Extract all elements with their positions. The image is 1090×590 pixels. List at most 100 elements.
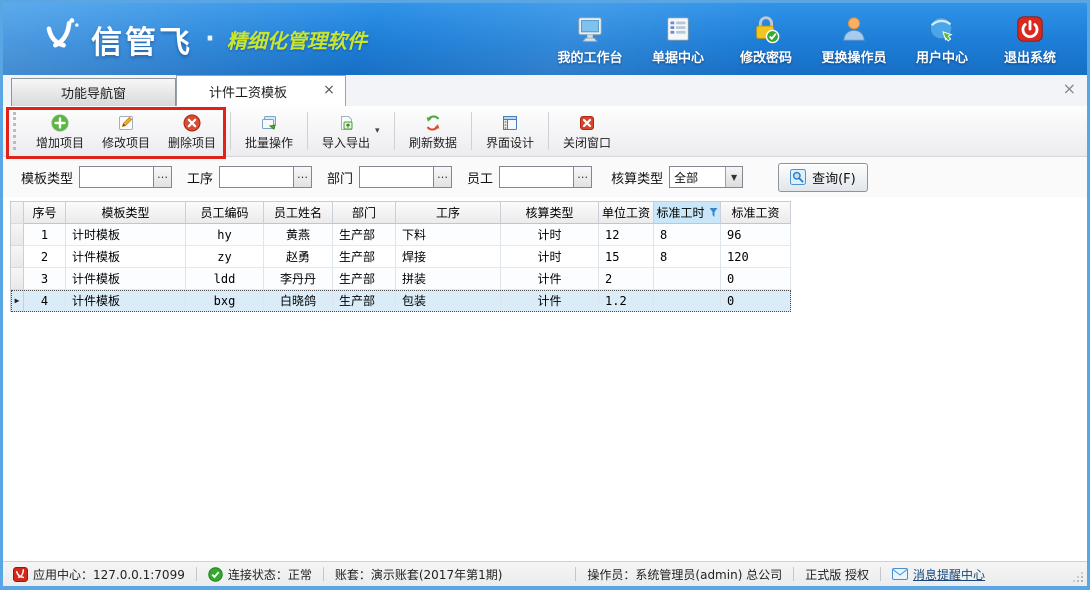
row-selector-cell[interactable] (11, 224, 24, 246)
query-button[interactable]: 查询(F) (778, 163, 868, 192)
batch-operation-button[interactable]: 批量操作 (236, 111, 302, 151)
lookup-ellipsis-button[interactable] (293, 167, 311, 187)
column-header[interactable]: 序号 (24, 202, 66, 224)
cell: bxg (186, 290, 264, 312)
titlebar: 信管飞 · 精细化管理软件 我的工作台 (3, 3, 1087, 75)
template-type-input[interactable] (80, 167, 153, 187)
lookup-ellipsis-button[interactable] (433, 167, 451, 187)
toolbar-separator (394, 112, 395, 150)
add-item-button[interactable]: 增加项目 (27, 111, 93, 151)
nav-user-center[interactable]: 用户中心 (907, 13, 977, 66)
column-header[interactable]: 员工姓名 (264, 202, 333, 224)
toolbar-separator (548, 112, 549, 150)
button-label: 界面设计 (486, 134, 534, 151)
ui-design-button[interactable]: 界面设计 (477, 111, 543, 151)
cell: 3 (24, 268, 66, 290)
tab-label: 功能导航窗 (61, 83, 126, 102)
connected-check-icon (208, 567, 223, 582)
tabstrip-close-icon[interactable] (1063, 79, 1076, 98)
status-separator (575, 567, 576, 581)
employee-input[interactable] (500, 167, 573, 187)
cell: 焊接 (396, 246, 501, 268)
button-label: 删除项目 (168, 134, 216, 151)
toolbar-separator (471, 112, 472, 150)
column-header[interactable]: 标准工时 (654, 202, 721, 224)
cell: 拼装 (396, 268, 501, 290)
close-window-button[interactable]: 关闭窗口 (554, 111, 620, 151)
calc-type-value: 全部 (670, 167, 725, 187)
filter-funnel-icon[interactable] (710, 208, 718, 217)
nav-my-workbench[interactable]: 我的工作台 (555, 13, 625, 66)
edit-icon (117, 113, 135, 132)
lookup-ellipsis-button[interactable] (573, 167, 591, 187)
status-separator (793, 567, 794, 581)
edit-item-button[interactable]: 修改项目 (93, 111, 159, 151)
cell: 下料 (396, 224, 501, 246)
message-center-link[interactable]: 消息提醒中心 (892, 566, 985, 583)
tab-piecework-wage-template[interactable]: 计件工资模板 (176, 75, 346, 106)
cell: 2 (24, 246, 66, 268)
cell: 2 (599, 268, 654, 290)
nav-change-password[interactable]: 修改密码 (731, 13, 801, 66)
table-row[interactable]: 4计件模板bxg白晓鸽生产部包装计件1.20 (11, 290, 791, 312)
department-input[interactable] (360, 167, 433, 187)
lookup-ellipsis-button[interactable] (153, 167, 171, 187)
add-icon (51, 113, 69, 132)
column-header[interactable]: 模板类型 (66, 202, 186, 224)
nav-label: 用户中心 (916, 47, 968, 66)
column-header[interactable]: 工序 (396, 202, 501, 224)
button-label: 刷新数据 (409, 134, 457, 151)
cell: 计件模板 (66, 246, 186, 268)
cell: 0 (721, 290, 791, 312)
delete-icon (183, 113, 201, 132)
chevron-down-icon[interactable] (375, 126, 389, 136)
resize-grip[interactable] (1081, 580, 1083, 582)
column-header[interactable]: 部门 (333, 202, 396, 224)
tab-close-icon[interactable] (322, 84, 336, 98)
nav-exit-system[interactable]: 退出系统 (995, 13, 1065, 66)
cell: 生产部 (333, 224, 396, 246)
cell: 计时模板 (66, 224, 186, 246)
delete-item-button[interactable]: 删除项目 (159, 111, 225, 151)
table-row[interactable]: 1计时模板hy黄燕生产部下料计时12896 (11, 224, 791, 246)
table-row[interactable]: 3计件模板ldd李丹丹生产部拼装计件20 (11, 268, 791, 290)
close-window-icon (578, 113, 596, 132)
column-header[interactable]: 标准工资 (721, 202, 791, 224)
status-separator (880, 567, 881, 581)
user-center-icon (927, 13, 957, 45)
app-window: 信管飞 · 精细化管理软件 我的工作台 (0, 0, 1090, 590)
process-input[interactable] (220, 167, 293, 187)
envelope-icon (892, 568, 908, 580)
import-export-button[interactable]: 导入导出 (313, 111, 379, 151)
import-export-icon (337, 113, 355, 132)
tab-function-navigator[interactable]: 功能导航窗 (11, 78, 176, 106)
calc-type-select[interactable]: 全部 (669, 166, 743, 188)
connection-status: 连接状态：正常 (208, 566, 312, 583)
row-selector-cell[interactable] (11, 268, 24, 290)
status-bar: 应用中心：127.0.0.1:7099 连接状态：正常 账套：演示账套(2017… (3, 561, 1087, 586)
nav-label: 单据中心 (652, 47, 704, 66)
cell: 120 (721, 246, 791, 268)
column-header[interactable]: 员工编码 (186, 202, 264, 224)
nav-label: 修改密码 (740, 47, 792, 66)
row-selector-cell[interactable] (11, 290, 24, 312)
column-header[interactable]: 单位工资 (599, 202, 654, 224)
cell: 计件 (501, 268, 599, 290)
nav-switch-operator[interactable]: 更换操作员 (819, 13, 889, 66)
row-selector-cell[interactable] (11, 246, 24, 268)
cell: hy (186, 224, 264, 246)
query-button-label: 查询(F) (812, 168, 856, 187)
column-header[interactable]: 核算类型 (501, 202, 599, 224)
table-row[interactable]: 2计件模板zy赵勇生产部焊接计时158120 (11, 246, 791, 268)
chevron-down-icon[interactable] (725, 167, 742, 187)
refresh-data-button[interactable]: 刷新数据 (400, 111, 466, 151)
cell (654, 268, 721, 290)
cell: 计件模板 (66, 268, 186, 290)
button-label: 批量操作 (245, 134, 293, 151)
nav-label: 更换操作员 (821, 47, 886, 66)
nav-document-center[interactable]: 单据中心 (643, 13, 713, 66)
switch-operator-icon (839, 13, 869, 45)
toolbar-grip[interactable] (13, 112, 19, 150)
process-label: 工序 (187, 168, 213, 187)
data-grid: 序号模板类型员工编码员工姓名部门工序核算类型单位工资标准工时标准工资1计时模板h… (10, 201, 791, 312)
